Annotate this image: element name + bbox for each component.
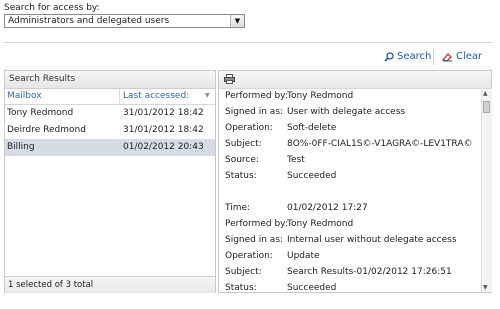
table-row[interactable]: Deirdre Redmond 31/01/2012 18:42 (5, 122, 215, 139)
divider (4, 42, 492, 43)
detail-scrollbar[interactable]: ▲ ▼ (481, 89, 492, 292)
results-title: Search Results (9, 74, 76, 84)
detail-content[interactable]: Performed by: Tony Redmond Signed in as: U… (219, 89, 480, 292)
access-type-select[interactable]: Administrators and delegated users ▼ (4, 14, 245, 28)
audit-detail-panel: Performed by: Tony Redmond Signed in as: U… (218, 70, 492, 293)
column-divider (119, 89, 120, 104)
clear-eraser-icon (442, 53, 452, 62)
results-status-bar: 1 selected of 3 total (5, 276, 215, 293)
results-column-header: Mailbox Last accessed: ▼ (5, 89, 215, 105)
column-last-accessed[interactable]: Last accessed: (123, 91, 189, 101)
access-type-value: Administrators and delegated users (8, 16, 170, 26)
search-results-panel: Search Results Mailbox Last accessed: ▼ … (4, 70, 216, 293)
last-accessed-cell: 31/01/2012 18:42 (123, 108, 204, 118)
printer-icon[interactable] (224, 74, 235, 84)
last-accessed-cell: 31/01/2012 18:42 (123, 125, 204, 135)
search-button-label: Search (397, 51, 432, 62)
clear-button[interactable]: Clear (442, 51, 482, 62)
table-row[interactable]: Tony Redmond 31/01/2012 18:42 (5, 105, 215, 122)
scrollbar-thumb[interactable] (483, 101, 490, 113)
table-row-selected[interactable]: Billing 01/02/2012 20:43 (5, 139, 215, 156)
results-count: 1 selected of 3 total (8, 280, 94, 290)
clear-button-label: Clear (456, 51, 483, 62)
search-for-label: Search for access by: (4, 3, 100, 13)
mailbox-cell: Deirdre Redmond (7, 125, 86, 135)
last-accessed-cell: 01/02/2012 20:43 (123, 142, 204, 152)
mailbox-cell: Billing (7, 142, 35, 152)
magnifier-icon (384, 51, 394, 62)
results-title-bar: Search Results (5, 71, 215, 89)
scroll-down-icon[interactable]: ▼ (483, 284, 488, 291)
detail-toolbar (219, 71, 491, 89)
column-mailbox[interactable]: Mailbox (7, 91, 42, 101)
mailbox-cell: Tony Redmond (7, 108, 74, 118)
scroll-up-icon[interactable]: ▲ (483, 90, 488, 97)
sort-chevron-icon[interactable]: ▼ (205, 92, 210, 99)
search-button[interactable]: Search (384, 51, 431, 62)
chevron-down-icon[interactable]: ▼ (230, 15, 244, 27)
button-separator (433, 49, 434, 65)
